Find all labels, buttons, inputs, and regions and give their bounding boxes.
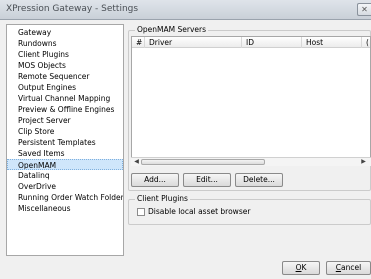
- scroll-thumb[interactable]: [141, 159, 265, 165]
- servers-list-hscrollbar[interactable]: ◀ ▶: [131, 157, 371, 166]
- client-plugins-group-label: Client Plugins: [135, 194, 190, 203]
- nav-item-project-server[interactable]: Project Server: [7, 115, 123, 126]
- nav-item-preview-offline-engines[interactable]: Preview & Offline Engines: [7, 104, 123, 115]
- nav-item-gateway[interactable]: Gateway: [7, 27, 123, 38]
- nav-item-remote-sequencer[interactable]: Remote Sequencer: [7, 71, 123, 82]
- nav-item-running-order-watch-folder[interactable]: Running Order Watch Folder: [7, 192, 123, 203]
- scroll-right-icon[interactable]: ▶: [359, 158, 368, 166]
- openmam-servers-group-label: OpenMAM Servers: [135, 25, 208, 34]
- close-button[interactable]: ✕: [357, 3, 371, 16]
- scroll-left-icon[interactable]: ◀: [132, 158, 141, 166]
- disable-local-asset-browser-checkbox[interactable]: [137, 208, 145, 216]
- nav-item-rundowns[interactable]: Rundowns: [7, 38, 123, 49]
- servers-list[interactable]: # Driver ID Host (: [131, 36, 371, 166]
- add-server-button[interactable]: Add...: [131, 173, 179, 187]
- delete-server-button[interactable]: Delete...: [235, 173, 283, 187]
- nav-item-clip-store[interactable]: Clip Store: [7, 126, 123, 137]
- column-header-driver[interactable]: Driver: [145, 37, 242, 48]
- disable-local-asset-browser-label[interactable]: Disable local asset browser: [148, 207, 250, 216]
- nav-item-openmam[interactable]: OpenMAM: [7, 159, 123, 170]
- nav-item-saved-items[interactable]: Saved Items: [7, 148, 123, 159]
- nav-item-mos-objects[interactable]: MOS Objects: [7, 60, 123, 71]
- nav-item-persistent-templates[interactable]: Persistent Templates: [7, 137, 123, 148]
- window-title: XPression Gateway - Settings: [6, 4, 139, 14]
- nav-item-datalinq[interactable]: Datalinq: [7, 170, 123, 181]
- nav-item-virtual-channel-mapping[interactable]: Virtual Channel Mapping: [7, 93, 123, 104]
- servers-list-header: # Driver ID Host (: [132, 37, 370, 48]
- nav-item-output-engines[interactable]: Output Engines: [7, 82, 123, 93]
- nav-item-miscellaneous[interactable]: Miscellaneous: [7, 203, 123, 214]
- column-header-id[interactable]: ID: [242, 37, 302, 48]
- title-bar: XPression Gateway - Settings ✕: [0, 0, 371, 20]
- nav-item-client-plugins[interactable]: Client Plugins: [7, 49, 123, 60]
- cancel-button[interactable]: Cancel: [326, 261, 371, 275]
- close-icon: ✕: [361, 5, 368, 14]
- nav-item-overdrive[interactable]: OverDrive: [7, 181, 123, 192]
- column-header-host[interactable]: Host: [302, 37, 362, 48]
- ok-button[interactable]: OK: [282, 261, 320, 275]
- column-header-extra[interactable]: (: [362, 37, 370, 48]
- edit-server-button[interactable]: Edit...: [183, 173, 231, 187]
- settings-nav-list[interactable]: Gateway Rundowns Client Plugins MOS Obje…: [6, 24, 124, 256]
- column-header-number[interactable]: #: [132, 37, 145, 48]
